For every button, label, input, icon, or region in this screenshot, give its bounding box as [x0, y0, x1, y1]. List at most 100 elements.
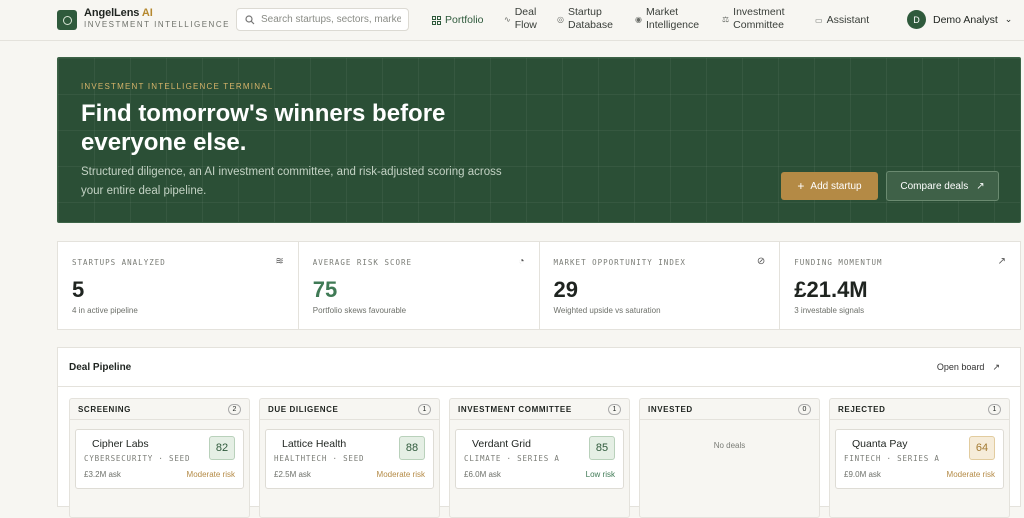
card-meta: CYBERSECURITY · SEED [84, 454, 191, 463]
grid-icon [432, 16, 441, 25]
stat-value: £21.4M [794, 277, 868, 302]
stat-average-risk: AVERAGE RISK SCORE ◔ 75 Portfolio skews … [299, 242, 540, 329]
column-title: DUE DILIGENCE [268, 405, 339, 414]
card-meta: CLIMATE · SERIES A [464, 454, 560, 463]
plus-icon: + [797, 179, 805, 193]
score-badge: 88 [399, 436, 425, 460]
gavel-icon: ⚖ [722, 14, 730, 24]
card-meta: HEALTHTECH · SEED [274, 454, 365, 463]
hero-banner: INVESTMENT INTELLIGENCE TERMINAL Find to… [57, 57, 1021, 223]
nav-label: Assistant [826, 14, 870, 26]
nav-label: Deal Flow [514, 6, 537, 31]
compass-icon: ⊘ [756, 256, 766, 267]
search-input[interactable] [261, 14, 401, 25]
score-badge: 85 [589, 436, 615, 460]
card-ask: £2.5M ask [274, 470, 311, 479]
stat-note: Portfolio skews favourable [312, 306, 407, 315]
deal-card[interactable]: Lattice Health HEALTHTECH · SEED £2.5M a… [265, 429, 434, 489]
column-rejected: REJECTED 1 Quanta Pay FINTECH · SERIES A… [829, 398, 1010, 518]
arrow-up-right-icon: ↗ [976, 180, 985, 192]
stat-label: FUNDING MOMENTUM [794, 258, 883, 267]
column-invested: INVESTED 0 No deals [639, 398, 820, 518]
deal-card[interactable]: Verdant Grid CLIMATE · SERIES A £6.0M as… [455, 429, 624, 489]
nav-deal-flow[interactable]: ∿ Deal Flow [504, 6, 542, 32]
stat-value: 5 [72, 277, 85, 302]
button-label: Compare deals [900, 180, 969, 192]
chevron-down-icon: ⌄ [1004, 14, 1013, 24]
deal-card[interactable]: Quanta Pay FINTECH · SERIES A £9.0M ask … [835, 429, 1004, 489]
deal-card[interactable]: Cipher Labs CYBERSECURITY · SEED £3.2M a… [75, 429, 244, 489]
stat-note: 4 in active pipeline [72, 306, 138, 315]
column-title: INVESTMENT COMMITTEE [458, 405, 572, 414]
stat-funding-momentum: FUNDING MOMENTUM ↗ £21.4M 3 investable s… [780, 242, 1020, 329]
column-title: SCREENING [78, 405, 131, 414]
card-name: Verdant Grid [472, 438, 531, 450]
nav-label: Startup Database [567, 6, 613, 31]
avatar: D [907, 10, 926, 29]
column-count: 2 [228, 404, 241, 415]
search-icon [245, 14, 255, 24]
stat-label: AVERAGE RISK SCORE [312, 258, 413, 267]
open-board-link[interactable]: Open board ↗ [937, 362, 1000, 373]
top-bar: AngelLens AI INVESTMENT INTELLIGENCE Por… [0, 0, 1024, 41]
globe-icon: ◉ [635, 14, 642, 24]
compare-deals-button[interactable]: Compare deals ↗ [886, 171, 999, 201]
search-box[interactable] [236, 8, 409, 31]
nav-portfolio[interactable]: Portfolio [432, 14, 484, 27]
column-count: 1 [608, 404, 621, 415]
trend-up-icon: ↗ [997, 256, 1006, 267]
stat-value: 75 [312, 277, 338, 302]
stat-note: Weighted upside vs saturation [553, 306, 661, 315]
logo-icon[interactable] [57, 10, 77, 30]
stats-row: STARTUPS ANALYZED ≋ 5 4 in active pipeli… [57, 241, 1021, 330]
score-badge: 64 [969, 436, 995, 460]
layers-icon: ≋ [275, 256, 284, 267]
nav-assistant[interactable]: ▭ Assistant [815, 14, 869, 27]
card-meta: FINTECH · SERIES A [844, 454, 940, 463]
button-label: Add startup [810, 180, 862, 192]
stat-startups-analyzed: STARTUPS ANALYZED ≋ 5 4 in active pipeli… [58, 242, 299, 329]
nav-investment-committee[interactable]: ⚖ Investment Committee [722, 6, 794, 32]
card-ask: £6.0M ask [464, 470, 501, 479]
brand-name: AngelLens [84, 7, 140, 19]
column-count: 1 [418, 404, 431, 415]
stat-label: STARTUPS ANALYZED [72, 258, 166, 267]
brand-ai: AI [141, 7, 153, 19]
stat-market-opportunity: MARKET OPPORTUNITY INDEX ⊘ 29 Weighted u… [540, 242, 781, 329]
deal-pipeline: Deal Pipeline Open board ↗ SCREENING 2 C… [57, 347, 1021, 518]
arrow-up-right-icon: ↗ [992, 362, 1000, 372]
gauge-icon: ◔ [518, 256, 525, 267]
brand[interactable]: AngelLens AI INVESTMENT INTELLIGENCE [84, 7, 230, 29]
column-title: INVESTED [648, 405, 693, 414]
stat-note: 3 investable signals [794, 306, 865, 315]
column-count: 0 [798, 404, 811, 415]
database-icon: ◎ [557, 14, 564, 24]
pipeline-title: Deal Pipeline [69, 362, 132, 373]
card-name: Cipher Labs [92, 438, 149, 450]
stat-value: 29 [553, 277, 578, 302]
brand-subtitle: INVESTMENT INTELLIGENCE [84, 20, 230, 29]
pulse-icon: ∿ [504, 14, 511, 24]
chat-icon: ▭ [815, 16, 823, 25]
add-startup-button[interactable]: + Add startup [781, 172, 878, 200]
card-name: Quanta Pay [852, 438, 908, 450]
link-label: Open board [936, 362, 985, 372]
hero-subtitle: Structured diligence, an AI investment c… [81, 166, 502, 197]
column-investment-committee: INVESTMENT COMMITTEE 1 Verdant Grid CLIM… [449, 398, 630, 518]
column-screening: SCREENING 2 Cipher Labs CYBERSECURITY · … [69, 398, 250, 518]
hero-title: Find tomorrow's winners before everyone … [81, 100, 446, 156]
nav-market-intelligence[interactable]: ◉ Market Intelligence [635, 6, 707, 32]
nav-label: Market Intelligence [645, 6, 700, 31]
hero-kicker: INVESTMENT INTELLIGENCE TERMINAL [81, 82, 274, 91]
card-risk: Moderate risk [376, 470, 425, 479]
stat-label: MARKET OPPORTUNITY INDEX [553, 258, 686, 267]
card-ask: £9.0M ask [844, 470, 881, 479]
user-name: Demo Analyst [933, 13, 998, 26]
column-title: REJECTED [838, 405, 886, 414]
user-menu[interactable]: D Demo Analyst ⌄ [907, 10, 1012, 29]
column-due-diligence: DUE DILIGENCE 1 Lattice Health HEALTHTEC… [259, 398, 440, 518]
card-risk: Moderate risk [946, 470, 995, 479]
card-ask: £3.2M ask [84, 470, 121, 479]
nav-startup-database[interactable]: ◎ Startup Database [557, 6, 619, 32]
card-name: Lattice Health [282, 438, 347, 450]
